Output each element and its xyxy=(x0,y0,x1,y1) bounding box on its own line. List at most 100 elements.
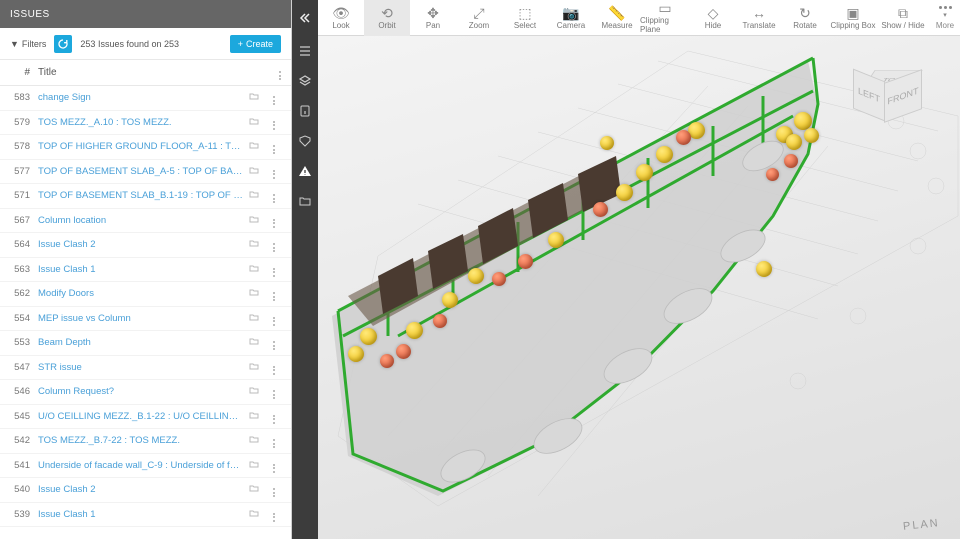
issue-marker[interactable] xyxy=(593,202,608,217)
issue-marker[interactable] xyxy=(433,314,447,328)
issue-title-link[interactable]: MEP issue vs Column xyxy=(38,313,249,324)
issue-marker[interactable] xyxy=(676,130,691,145)
issue-row[interactable]: 571TOP OF BASEMENT SLAB_B.1-19 : TOP OF … xyxy=(0,184,291,209)
issue-title-link[interactable]: TOS MEZZ._A.10 : TOS MEZZ. xyxy=(38,117,249,128)
row-menu-button[interactable] xyxy=(267,482,281,497)
issue-marker[interactable] xyxy=(442,292,458,308)
issue-marker[interactable] xyxy=(360,328,377,345)
filters-button[interactable]: ▼ Filters xyxy=(10,39,46,49)
folder-icon[interactable] xyxy=(249,459,261,472)
folder-icon[interactable] xyxy=(249,410,261,423)
issue-title-link[interactable]: Issue Clash 2 xyxy=(38,239,249,250)
row-menu-button[interactable] xyxy=(267,262,281,277)
issue-row[interactable]: 542TOS MEZZ._B.7-22 : TOS MEZZ. xyxy=(0,429,291,454)
issue-row[interactable]: 562Modify Doors xyxy=(0,282,291,307)
issue-title-link[interactable]: TOP OF BASEMENT SLAB_A-5 : TOP OF BASEME… xyxy=(38,166,249,177)
issue-row[interactable]: 578TOP OF HIGHER GROUND FLOOR_A-11 : TOP… xyxy=(0,135,291,160)
clipping-box-button[interactable]: ▣Clipping Box xyxy=(828,0,878,36)
3d-viewport[interactable]: TOP LEFT FRONT PLAN xyxy=(318,36,960,539)
issue-title-link[interactable]: U/O CEILLING MEZZ._B.1-22 : U/O CEILLING… xyxy=(38,411,249,422)
orbit-button[interactable]: ⟲Orbit xyxy=(364,0,410,36)
issue-row[interactable]: 564Issue Clash 2 xyxy=(0,233,291,258)
create-button[interactable]: + Create xyxy=(230,35,281,53)
col-actions-header[interactable] xyxy=(241,65,281,80)
row-menu-button[interactable] xyxy=(267,90,281,105)
folder-icon[interactable] xyxy=(249,91,261,104)
row-menu-button[interactable] xyxy=(267,311,281,326)
issue-marker[interactable] xyxy=(804,128,819,143)
issue-marker[interactable] xyxy=(786,134,802,150)
measure-button[interactable]: 📏Measure xyxy=(594,0,640,36)
issue-title-link[interactable]: STR issue xyxy=(38,362,249,373)
folder-icon[interactable] xyxy=(249,336,261,349)
row-menu-button[interactable] xyxy=(267,115,281,130)
issue-marker[interactable] xyxy=(380,354,394,368)
pan-button[interactable]: ✥Pan xyxy=(410,0,456,36)
issue-marker[interactable] xyxy=(396,344,411,359)
view-cube[interactable]: TOP LEFT FRONT xyxy=(860,62,924,126)
folder-icon[interactable] xyxy=(249,140,261,153)
issue-row[interactable]: 541Underside of facade wall_C-9 : Unders… xyxy=(0,454,291,479)
rotate-button[interactable]: ↻Rotate xyxy=(782,0,828,36)
issue-row[interactable]: 583change Sign xyxy=(0,86,291,111)
nav-folder-icon[interactable] xyxy=(292,186,318,216)
nav-list-icon[interactable] xyxy=(292,36,318,66)
issue-marker[interactable] xyxy=(600,136,614,150)
row-menu-button[interactable] xyxy=(267,164,281,179)
row-menu-button[interactable] xyxy=(267,213,281,228)
issue-title-link[interactable]: Issue Clash 2 xyxy=(38,484,249,495)
folder-icon[interactable] xyxy=(249,189,261,202)
row-menu-button[interactable] xyxy=(267,237,281,252)
issue-marker[interactable] xyxy=(468,268,484,284)
issue-marker[interactable] xyxy=(406,322,423,339)
issue-marker[interactable] xyxy=(784,154,798,168)
folder-icon[interactable] xyxy=(249,312,261,325)
row-menu-button[interactable] xyxy=(267,507,281,522)
more-button[interactable]: ▾More xyxy=(930,0,960,36)
issue-row[interactable]: 545U/O CEILLING MEZZ._B.1-22 : U/O CEILL… xyxy=(0,405,291,430)
issue-marker[interactable] xyxy=(656,146,673,163)
nav-info-icon[interactable] xyxy=(292,96,318,126)
folder-icon[interactable] xyxy=(249,287,261,300)
row-menu-button[interactable] xyxy=(267,409,281,424)
clipping-plane-button[interactable]: ▭Clipping Plane xyxy=(640,0,690,36)
issue-title-link[interactable]: Issue Clash 1 xyxy=(38,509,249,520)
row-menu-button[interactable] xyxy=(267,458,281,473)
issue-title-link[interactable]: Underside of facade wall_C-9 : Underside… xyxy=(38,460,249,471)
row-menu-button[interactable] xyxy=(267,433,281,448)
issue-row[interactable]: 539Issue Clash 1 xyxy=(0,503,291,528)
issues-list[interactable]: 583change Sign579TOS MEZZ._A.10 : TOS ME… xyxy=(0,86,291,539)
nav-issues-icon[interactable] xyxy=(292,156,318,186)
issue-row[interactable]: 547STR issue xyxy=(0,356,291,381)
issue-row[interactable]: 577TOP OF BASEMENT SLAB_A-5 : TOP OF BAS… xyxy=(0,160,291,185)
row-menu-button[interactable] xyxy=(267,360,281,375)
issue-title-link[interactable]: Modify Doors xyxy=(38,288,249,299)
issue-marker[interactable] xyxy=(756,261,772,277)
issue-marker[interactable] xyxy=(518,254,533,269)
collapse-button[interactable] xyxy=(292,0,318,36)
issue-marker[interactable] xyxy=(492,272,506,286)
issue-marker[interactable] xyxy=(636,164,653,181)
translate-button[interactable]: ↔Translate xyxy=(736,0,782,36)
issue-row[interactable]: 554MEP issue vs Column xyxy=(0,307,291,332)
issue-marker[interactable] xyxy=(766,168,779,181)
folder-icon[interactable] xyxy=(249,508,261,521)
folder-icon[interactable] xyxy=(249,361,261,374)
issue-title-link[interactable]: Column Request? xyxy=(38,386,249,397)
issue-row[interactable]: 579TOS MEZZ._A.10 : TOS MEZZ. xyxy=(0,111,291,136)
nav-tags-icon[interactable] xyxy=(292,126,318,156)
show-hide-button[interactable]: ⧉Show / Hide xyxy=(878,0,928,36)
folder-icon[interactable] xyxy=(249,214,261,227)
folder-icon[interactable] xyxy=(249,483,261,496)
issue-row[interactable]: 563Issue Clash 1 xyxy=(0,258,291,283)
folder-icon[interactable] xyxy=(249,116,261,129)
folder-icon[interactable] xyxy=(249,385,261,398)
issue-row[interactable]: 540Issue Clash 2 xyxy=(0,478,291,503)
row-menu-button[interactable] xyxy=(267,286,281,301)
issue-marker[interactable] xyxy=(348,346,364,362)
issue-title-link[interactable]: TOS MEZZ._B.7-22 : TOS MEZZ. xyxy=(38,435,249,446)
hide-button[interactable]: ◇Hide xyxy=(690,0,736,36)
select-button[interactable]: ⬚Select xyxy=(502,0,548,36)
issue-row[interactable]: 546Column Request? xyxy=(0,380,291,405)
folder-icon[interactable] xyxy=(249,165,261,178)
